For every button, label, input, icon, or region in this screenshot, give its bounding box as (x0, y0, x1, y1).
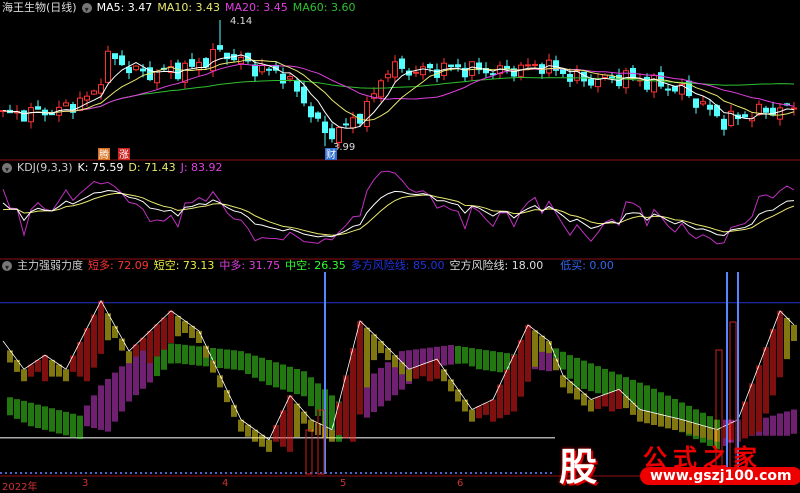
candle-body (315, 112, 321, 119)
event-marker-label: 腾 (99, 148, 109, 161)
candle-body (112, 53, 118, 60)
candle-body (126, 66, 132, 74)
candle-body (98, 84, 104, 94)
candle-body (91, 90, 97, 95)
candle-body (651, 74, 657, 93)
candle-body (560, 69, 566, 75)
candle-body (777, 107, 783, 120)
candle-body (308, 106, 314, 118)
x-label-month: 3 (82, 478, 89, 489)
x-label-month: 4 (222, 478, 229, 489)
candle-body (49, 113, 55, 116)
candle-body (532, 63, 538, 66)
candle-body (105, 50, 111, 83)
logo-url: www.gszj100.com (640, 467, 800, 485)
candle-body (392, 61, 398, 78)
signal-bar (305, 429, 313, 475)
candle-body (119, 55, 125, 66)
candle-body (672, 86, 678, 92)
candle-body (266, 68, 272, 71)
candle-body (595, 78, 601, 88)
candle-body (427, 63, 433, 69)
candle-body (322, 121, 328, 133)
j-line (2, 170, 795, 245)
candle-body (350, 117, 356, 129)
logo-glyph: 股 (559, 445, 598, 489)
candle-body (385, 73, 391, 79)
event-marker-label: 财 (326, 148, 336, 161)
d-line (2, 192, 795, 236)
candle-body (343, 123, 349, 126)
candle-body (182, 62, 188, 83)
candle-body (420, 66, 426, 76)
candle-body (378, 80, 384, 98)
candle-body (448, 64, 454, 67)
candle-body (259, 64, 265, 73)
candle-body (196, 61, 202, 71)
candle-body (287, 76, 293, 80)
candle-body (707, 104, 713, 110)
stock-chart[interactable]: 4.143.99腾涨财 (0, 0, 800, 490)
candle-body (133, 65, 139, 71)
candle-body (294, 80, 300, 92)
candle-body (252, 64, 258, 77)
candle-body (763, 107, 769, 113)
x-label-year: 2022年 (2, 482, 38, 493)
candle-body (35, 106, 41, 110)
candle-body (525, 64, 531, 67)
candle-body (217, 45, 223, 50)
candle-body (413, 71, 419, 74)
candle-body (721, 118, 727, 130)
candle-body (455, 64, 461, 68)
k-line (2, 190, 795, 238)
candle-body (280, 73, 286, 84)
candle-body (665, 88, 671, 91)
candle-body (63, 102, 69, 107)
candle-body (742, 114, 748, 118)
candle-body (28, 107, 34, 123)
candle-body (21, 110, 27, 122)
candle-body (770, 107, 776, 116)
candle-body (791, 107, 797, 110)
candle-body (140, 68, 146, 72)
ma60-line (2, 76, 795, 115)
high-price-label: 4.14 (230, 16, 252, 27)
candle-body (77, 97, 83, 111)
event-marker-label: 涨 (119, 149, 129, 161)
watermark-logo: 股 公式之家 www.gszj100.com (555, 436, 800, 490)
candle-body (175, 62, 181, 80)
candle-body (336, 127, 342, 143)
candle-body (700, 101, 706, 105)
candle-body (301, 86, 307, 104)
candle-body (693, 98, 699, 108)
x-label-month: 5 (340, 478, 347, 489)
candle-body (364, 101, 370, 128)
candle-body (154, 71, 160, 84)
x-label-month: 6 (457, 478, 464, 489)
candle-body (399, 58, 405, 69)
candle-body (469, 61, 475, 76)
candle-body (84, 95, 90, 101)
candle-body (609, 76, 615, 79)
candle-body (329, 128, 335, 140)
candle-body (189, 59, 195, 67)
candle-body (588, 79, 594, 86)
